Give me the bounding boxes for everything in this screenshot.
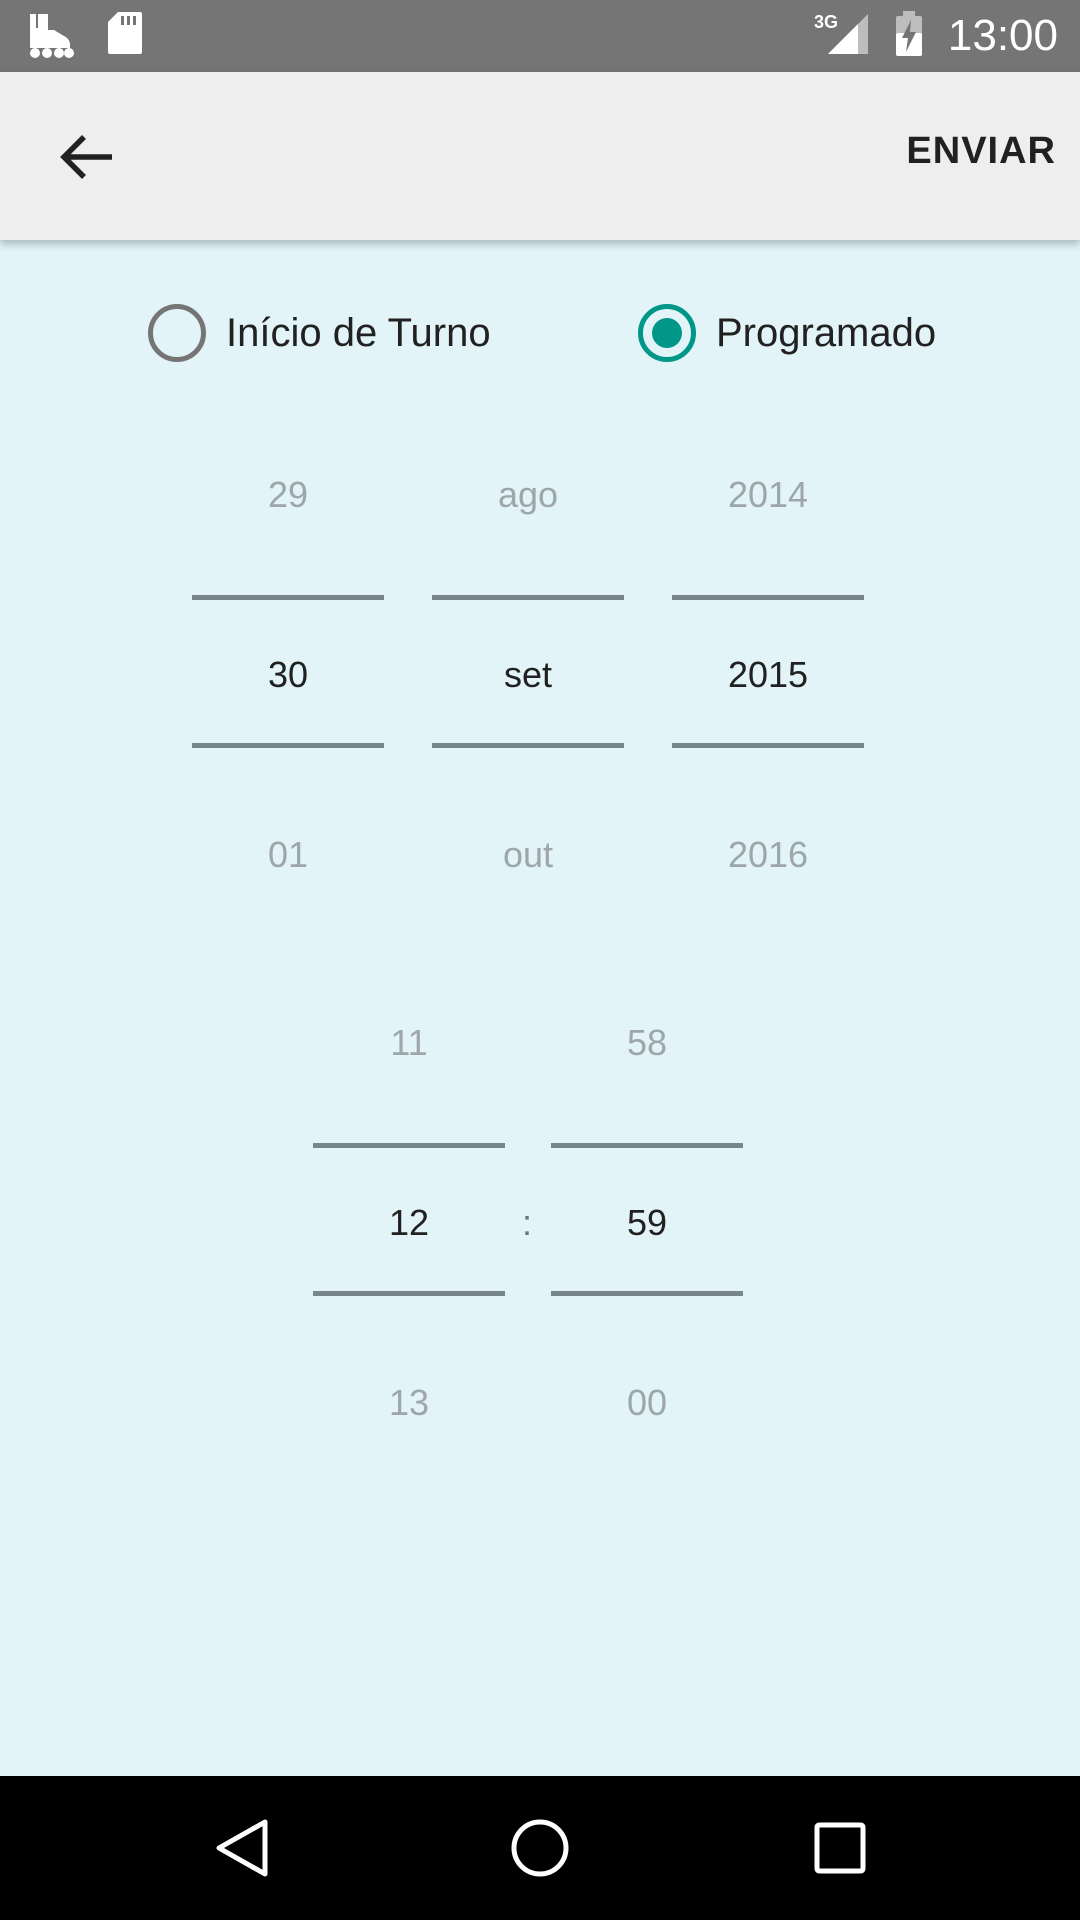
recents-square-icon: [802, 1822, 878, 1890]
nav-back-button[interactable]: [203, 1810, 279, 1886]
day-divider-top: [192, 595, 384, 600]
back-button[interactable]: [50, 122, 120, 192]
radio-label-scheduled: Programado: [716, 310, 937, 355]
radio-scheduled[interactable]: Programado: [638, 304, 936, 362]
network-type-label: 3G: [814, 12, 838, 32]
hour-picker[interactable]: 11 12 13: [313, 1008, 505, 1438]
minute-divider-bottom: [551, 1291, 743, 1296]
sd-card-icon: [106, 10, 144, 62]
year-current[interactable]: 2015: [672, 654, 864, 696]
navigation-bar: [0, 1776, 1080, 1920]
radio-label-shift-start: Início de Turno: [226, 310, 491, 355]
nav-recents-button[interactable]: [802, 1810, 878, 1886]
hour-current[interactable]: 12: [313, 1202, 505, 1244]
back-triangle-icon: [203, 1819, 279, 1890]
status-time: 13:00: [947, 11, 1058, 60]
roller-skate-icon: [26, 10, 76, 62]
day-prev[interactable]: 29: [192, 474, 384, 516]
day-divider-bottom: [192, 743, 384, 748]
month-prev[interactable]: ago: [432, 474, 624, 516]
home-circle-icon: [502, 1819, 578, 1890]
year-picker[interactable]: 2014 2015 2016: [672, 460, 864, 890]
month-divider-bottom: [432, 743, 624, 748]
radio-shift-start[interactable]: Início de Turno: [148, 304, 491, 362]
status-bar: 3G 13:00: [0, 0, 1080, 72]
minute-picker[interactable]: 58 59 00: [551, 1008, 743, 1438]
hour-divider-bottom: [313, 1291, 505, 1296]
day-picker[interactable]: 29 30 01: [192, 460, 384, 890]
month-current[interactable]: set: [432, 654, 624, 696]
minute-next[interactable]: 00: [551, 1382, 743, 1424]
mode-radio-group: Início de Turno Programado: [0, 304, 1080, 370]
send-button[interactable]: ENVIAR: [906, 130, 1056, 173]
year-divider-bottom: [672, 743, 864, 748]
minute-prev[interactable]: 58: [551, 1022, 743, 1064]
year-divider-top: [672, 595, 864, 600]
year-next[interactable]: 2016: [672, 834, 864, 876]
signal-3g-icon: 3G: [814, 12, 870, 60]
year-prev[interactable]: 2014: [672, 474, 864, 516]
time-separator: :: [522, 1202, 533, 1243]
minute-divider-top: [551, 1143, 743, 1148]
month-picker[interactable]: ago set out: [432, 460, 624, 890]
minute-current[interactable]: 59: [551, 1202, 743, 1244]
battery-charging-icon: [894, 11, 924, 61]
radio-checked-icon[interactable]: [638, 304, 696, 362]
app-bar: ENVIAR: [0, 72, 1080, 240]
day-current[interactable]: 30: [192, 654, 384, 696]
hour-next[interactable]: 13: [313, 1382, 505, 1424]
day-next[interactable]: 01: [192, 834, 384, 876]
hour-prev[interactable]: 11: [313, 1022, 505, 1064]
month-next[interactable]: out: [432, 834, 624, 876]
hour-divider-top: [313, 1143, 505, 1148]
nav-home-button[interactable]: [502, 1810, 578, 1886]
month-divider-top: [432, 595, 624, 600]
arrow-left-icon: [50, 135, 120, 196]
radio-unchecked-icon[interactable]: [148, 304, 206, 362]
